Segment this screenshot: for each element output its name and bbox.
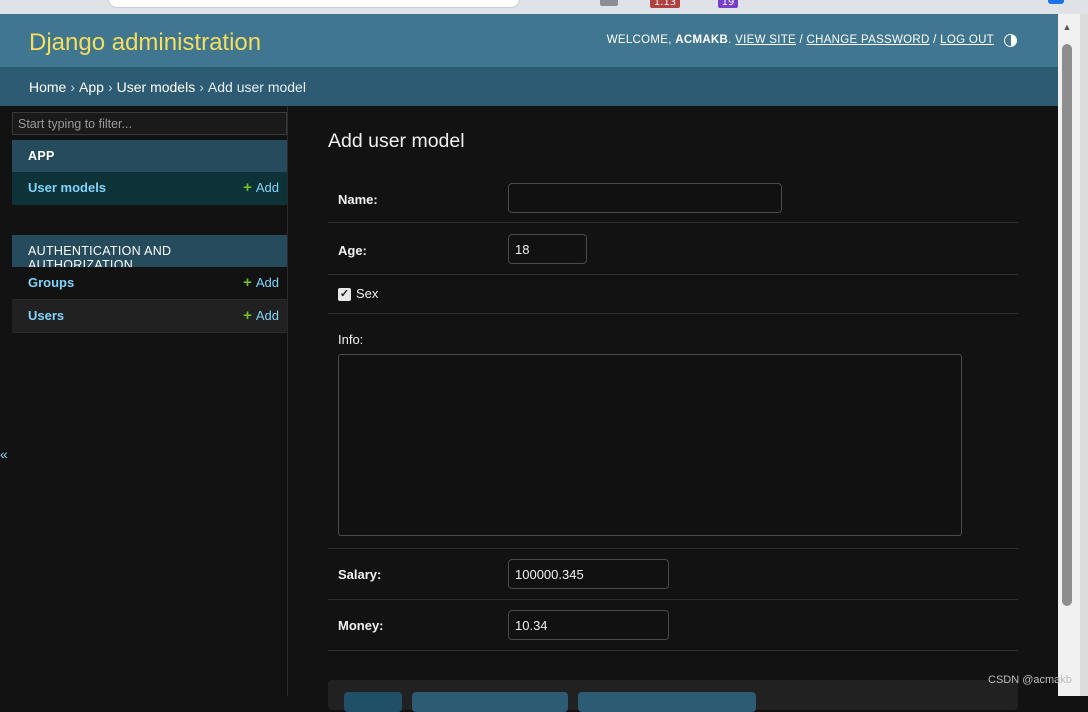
sidebar-collapse-icon[interactable]: « <box>0 446 8 462</box>
sidebar-item-users[interactable]: Users + Add <box>12 300 287 333</box>
scroll-up-arrow-icon[interactable]: ▲ <box>1060 22 1074 36</box>
separator: / <box>929 34 941 46</box>
user-tools: WELCOME, ACMAKB. VIEW SITE / CHANGE PASS… <box>607 34 994 46</box>
sex-label[interactable]: Sex <box>356 286 378 301</box>
add-label: Add <box>255 308 279 323</box>
name-label: Name: <box>338 192 378 207</box>
name-input[interactable] <box>508 183 782 213</box>
nav-sidebar: APP User models +Add AUTHENTICATION AND … <box>0 106 288 696</box>
form-row-info: Info: <box>328 314 1018 549</box>
breadcrumb-current: Add user model <box>207 79 306 95</box>
sidebar-item-groups[interactable]: Groups + Add <box>12 267 287 300</box>
log-out-link[interactable]: LOG OUT <box>940 34 994 46</box>
browser-toolbar: 1.13 19 <box>0 0 1088 14</box>
welcome-text: WELCOME, <box>606 34 676 46</box>
age-input[interactable] <box>508 234 587 264</box>
view-site-link[interactable]: VIEW SITE <box>735 34 796 46</box>
separator: / <box>796 34 807 46</box>
admin-header: Django administration WELCOME, ACMAKB. V… <box>0 14 1058 67</box>
save-button[interactable] <box>344 692 402 712</box>
change-password-link[interactable]: CHANGE PASSWORD <box>807 34 930 46</box>
money-input[interactable] <box>508 610 669 640</box>
add-group-link[interactable]: + Add <box>243 274 279 291</box>
sidebar-item-user-models[interactable]: User models + Add <box>12 172 287 205</box>
module-caption-app[interactable]: APP <box>12 140 287 172</box>
breadcrumb-separator: › <box>70 79 76 95</box>
add-label: Add <box>255 275 279 290</box>
submit-row <box>328 680 1018 712</box>
breadcrumb-app[interactable]: App <box>79 79 104 95</box>
sidebar-item-label[interactable]: Users <box>28 308 64 323</box>
scrollbar-thumb[interactable] <box>1062 44 1072 606</box>
add-user-link[interactable]: + Add <box>243 307 279 324</box>
breadcrumb: Home › App › User models › Add user model <box>0 67 1058 106</box>
breadcrumb-home[interactable]: Home <box>29 79 66 95</box>
salary-input[interactable] <box>508 559 669 589</box>
module-caption-auth[interactable]: AUTHENTICATION AND AUTHORIZATION <box>12 235 287 272</box>
plus-icon: + <box>243 274 252 291</box>
info-label: Info: <box>338 332 364 347</box>
extension-badge-icon[interactable]: 19 <box>718 0 738 8</box>
sidebar-item-label[interactable]: Groups <box>28 275 74 290</box>
profile-extension-icon[interactable] <box>1048 0 1064 4</box>
breadcrumb-separator: › <box>107 79 113 95</box>
save-and-continue-button[interactable] <box>578 692 756 712</box>
info-textarea[interactable] <box>338 354 962 536</box>
nav-filter-input[interactable] <box>12 112 287 135</box>
extension-icon[interactable] <box>600 0 618 6</box>
username: ACMAKB <box>675 34 729 46</box>
breadcrumb-separator: › <box>199 79 204 95</box>
add-label: Add <box>255 180 279 195</box>
money-label: Money: <box>338 618 384 633</box>
page-title: Add user model <box>328 130 465 152</box>
form-row-age: Age: <box>328 223 1018 275</box>
plus-icon: + <box>243 179 252 196</box>
add-user-model-link[interactable]: + Add <box>243 179 279 196</box>
salary-label: Salary: <box>338 567 382 582</box>
site-title[interactable]: Django administration <box>29 29 261 57</box>
watermark: CSDN @acmakb <box>988 674 1072 686</box>
window-edge <box>1080 14 1088 696</box>
save-and-add-another-button[interactable] <box>412 692 568 712</box>
form-row-sex: ✓ Sex <box>328 275 1018 314</box>
form-row-salary: Salary: <box>328 549 1018 600</box>
sidebar-item-label[interactable]: User models <box>28 180 106 195</box>
address-bar[interactable] <box>108 0 520 8</box>
form-row-name: Name: <box>328 172 1018 223</box>
extension-badge-icon[interactable]: 1.13 <box>650 0 680 8</box>
sex-checkbox[interactable]: ✓ <box>338 288 351 301</box>
theme-toggle-icon[interactable] <box>1004 34 1017 47</box>
breadcrumb-user-models[interactable]: User models <box>117 79 196 95</box>
plus-icon: + <box>243 307 252 324</box>
age-label: Age: <box>338 243 367 258</box>
form-row-money: Money: <box>328 600 1018 651</box>
